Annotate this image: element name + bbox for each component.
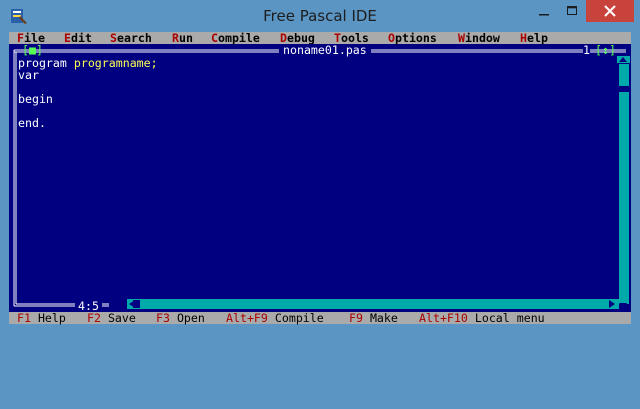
code-line-2: var bbox=[18, 68, 39, 82]
menu-run[interactable]: Run bbox=[172, 32, 193, 44]
editor-window-number: 1 bbox=[583, 43, 590, 57]
menu-help[interactable]: Help bbox=[520, 32, 548, 44]
close-icon bbox=[604, 5, 616, 17]
editor-close-box[interactable]: [■] bbox=[22, 44, 43, 56]
menu-options[interactable]: Options bbox=[388, 32, 437, 44]
editor-frame bbox=[13, 49, 630, 309]
maximize-icon bbox=[567, 6, 577, 15]
status-compile[interactable]: Alt+F9 Compile bbox=[226, 312, 324, 324]
minimize-button[interactable] bbox=[530, 0, 558, 22]
minimize-icon bbox=[539, 14, 549, 16]
status-local-menu[interactable]: Alt+F10 Local menu bbox=[419, 312, 545, 324]
editor-zoom-box[interactable]: [↕] bbox=[595, 44, 616, 56]
menu-edit[interactable]: Edit bbox=[64, 32, 92, 44]
menu-search[interactable]: Search bbox=[110, 32, 152, 44]
title-bar[interactable]: Free Pascal IDE bbox=[0, 0, 640, 32]
code-area[interactable]: program programname; var begin end. bbox=[18, 57, 158, 130]
ide-window: Free Pascal IDE File Edit Search Run Com… bbox=[0, 0, 640, 332]
code-line-6: end. bbox=[18, 116, 46, 130]
menu-window[interactable]: Window bbox=[458, 32, 500, 44]
status-bar: F1 Help F2 Save F3 Open Alt+F9 Compile F… bbox=[9, 312, 631, 324]
pascal-app-icon bbox=[11, 9, 27, 24]
ide-console: File Edit Search Run Compile Debug Tools… bbox=[9, 32, 631, 324]
editor-window[interactable]: [■] noname01.pas 1 [↕] program programna… bbox=[9, 44, 631, 312]
maximize-button[interactable] bbox=[558, 0, 586, 22]
status-save[interactable]: F2 Save bbox=[87, 312, 136, 324]
status-make[interactable]: F9 Make bbox=[349, 312, 398, 324]
close-button[interactable] bbox=[586, 0, 634, 22]
status-open[interactable]: F3 Open bbox=[156, 312, 205, 324]
status-help[interactable]: F1 Help bbox=[17, 312, 66, 324]
menu-compile[interactable]: Compile bbox=[211, 32, 260, 44]
editor-filename: noname01.pas bbox=[279, 44, 371, 56]
code-line-4: begin bbox=[18, 92, 53, 106]
